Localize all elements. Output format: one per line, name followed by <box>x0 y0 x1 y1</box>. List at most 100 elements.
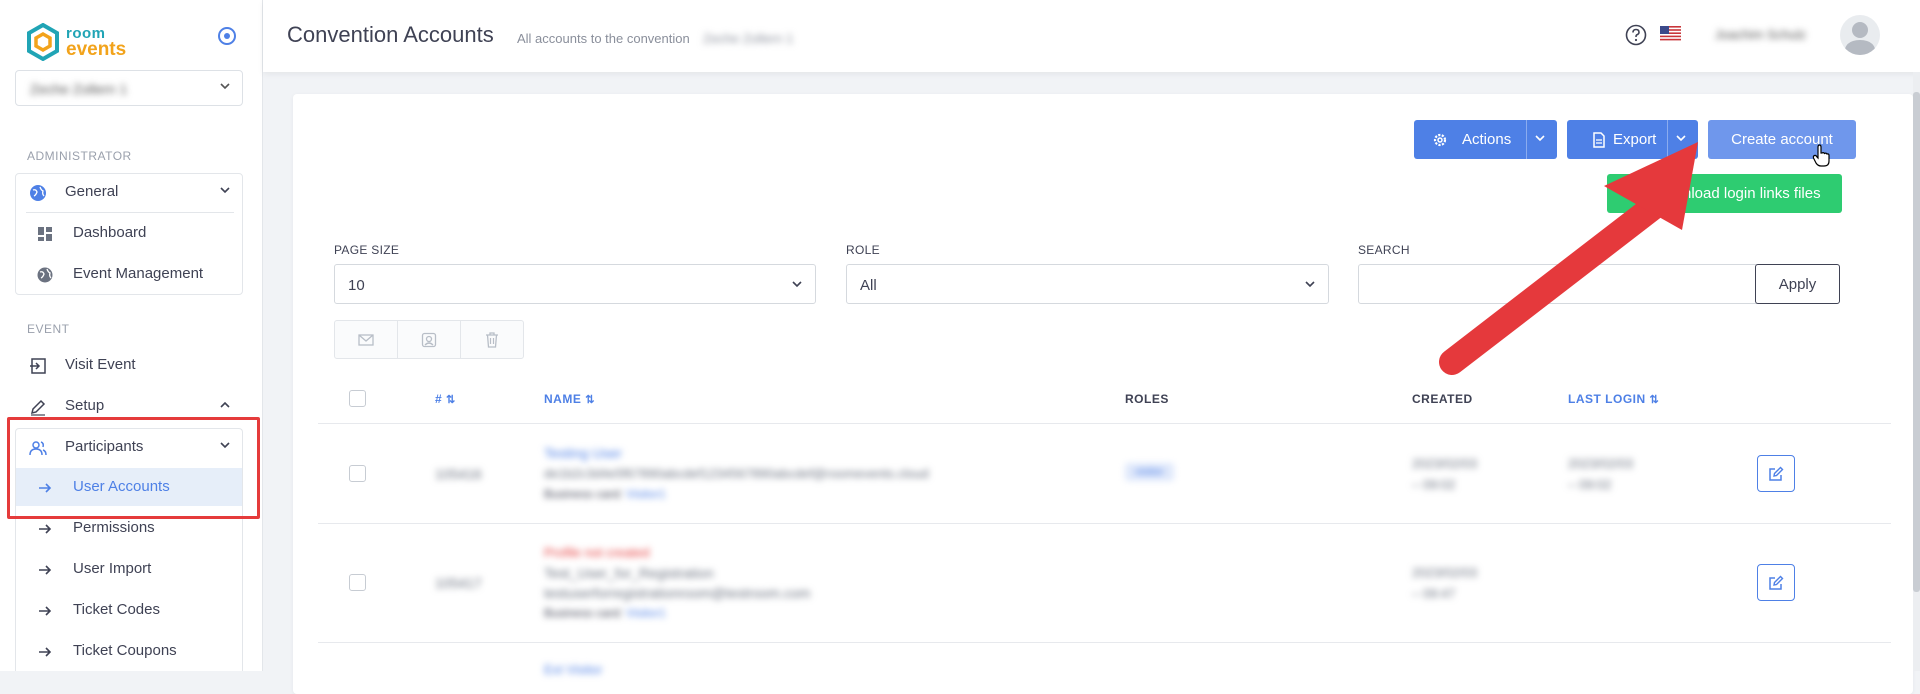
column-header-last-login-label: LAST LOGIN <box>1568 392 1646 406</box>
row-last-login-date: 2023/02/03 <box>1568 456 1634 471</box>
bulk-email-button[interactable] <box>334 320 398 359</box>
apply-button[interactable]: Apply <box>1755 264 1840 304</box>
role-badge: visitor <box>1125 463 1174 481</box>
divider <box>1667 120 1668 159</box>
column-header-id[interactable]: # ⇅ <box>435 392 456 406</box>
trash-icon <box>486 331 498 348</box>
globe-icon <box>37 267 53 283</box>
chevron-down-icon <box>1676 135 1686 142</box>
row-id: 105416 <box>435 466 482 482</box>
page-size-select[interactable]: 10 <box>334 264 816 304</box>
edit-button[interactable] <box>1757 564 1795 601</box>
actions-button[interactable]: Actions <box>1414 120 1557 159</box>
bulk-user-card-button[interactable] <box>397 320 461 359</box>
chevron-down-icon <box>792 281 802 288</box>
actions-button-label: Actions <box>1462 131 1512 148</box>
sidebar-item-user-import[interactable]: User Import <box>0 550 262 588</box>
column-header-id-label: # <box>435 392 443 406</box>
search-label: SEARCH <box>1358 243 1410 257</box>
user-name[interactable]: Joachim Schulz <box>1715 27 1806 42</box>
row-name[interactable]: Testing User <box>544 445 622 461</box>
sidebar-item-label: General <box>65 183 119 200</box>
business-card-value[interactable]: Visitor1 <box>626 606 666 620</box>
target-settings-icon[interactable] <box>216 25 238 47</box>
sidebar-item-visit-event[interactable]: Visit Event <box>0 346 262 384</box>
sidebar-item-label: Event Management <box>73 265 204 282</box>
row-name: Test_User_for_Registration <box>544 565 714 581</box>
download-login-links-button[interactable]: Download login links files <box>1607 174 1842 213</box>
avatar[interactable] <box>1840 15 1880 55</box>
sidebar-item-ticket-coupons[interactable]: Ticket Coupons <box>0 632 262 670</box>
sidebar-item-label: Ticket Codes <box>73 601 160 618</box>
divider <box>318 423 1891 424</box>
logo-events-text: events <box>66 39 127 60</box>
annotation-highlight-box <box>7 417 260 519</box>
pencil-icon <box>30 399 46 416</box>
column-header-name[interactable]: NAME ⇅ <box>544 392 595 406</box>
sort-icon: ⇅ <box>1649 394 1660 406</box>
column-header-roles: ROLES <box>1125 392 1169 406</box>
chevron-down-icon <box>220 187 230 194</box>
select-all-checkbox[interactable] <box>349 390 366 407</box>
sort-icon: ⇅ <box>446 394 456 406</box>
row-name[interactable]: Ext Visitor <box>544 662 602 677</box>
row-created-date: 2023/02/03 <box>1412 565 1478 580</box>
edit-icon <box>1769 466 1784 481</box>
column-header-name-label: NAME <box>544 392 582 406</box>
column-header-created: CREATED <box>1412 392 1473 406</box>
accounts-card: Actions Export Create account Download l… <box>293 94 1913 694</box>
arrow-right-icon <box>39 565 52 575</box>
sidebar-item-label: Visit Event <box>65 356 136 373</box>
event-select[interactable]: Zeche Zollern 1 <box>15 70 243 106</box>
page-subtitle: All accounts to the convention <box>517 31 690 46</box>
column-header-last-login[interactable]: LAST LOGIN ⇅ <box>1568 392 1659 406</box>
row-checkbox[interactable] <box>349 574 366 591</box>
row-email: testuserforregistrationroom@testroom.com <box>544 585 811 601</box>
section-label-administrator: ADMINISTRATOR <box>27 149 132 163</box>
chevron-down-icon <box>220 83 230 90</box>
mail-icon <box>358 333 374 346</box>
divider <box>318 523 1891 524</box>
download-login-links-button-label: Download login links files <box>1653 185 1821 202</box>
role-label: ROLE <box>846 243 880 257</box>
chevron-down-icon <box>1535 135 1545 142</box>
help-icon[interactable] <box>1624 23 1648 47</box>
row-created-time: – 09:47 <box>1412 586 1456 601</box>
sidebar-item-ticket-codes[interactable]: Ticket Codes <box>0 591 262 629</box>
top-header: Convention Accounts All accounts to the … <box>263 0 1920 72</box>
us-flag-icon[interactable] <box>1660 26 1681 41</box>
enter-icon <box>30 358 46 374</box>
sidebar-item-dashboard[interactable]: Dashboard <box>0 214 262 252</box>
room-events-logo[interactable]: room events <box>26 20 126 64</box>
divider <box>318 642 1891 643</box>
page-size-value: 10 <box>348 277 365 294</box>
arrow-right-icon <box>39 606 52 616</box>
sidebar-item-general[interactable]: General <box>0 173 262 211</box>
row-created-date: 2023/02/03 <box>1412 456 1478 471</box>
search-input[interactable] <box>1358 264 1758 304</box>
user-card-icon <box>421 332 437 347</box>
scrollbar-thumb[interactable] <box>1913 92 1920 592</box>
scrollbar-track[interactable] <box>1913 72 1920 671</box>
sidebar-item-label: Dashboard <box>73 224 147 241</box>
chevron-up-icon <box>220 401 230 408</box>
dashboard-icon <box>38 227 52 241</box>
row-checkbox[interactable] <box>349 465 366 482</box>
role-select[interactable]: All <box>846 264 1329 304</box>
chevron-down-icon <box>1305 281 1315 288</box>
row-status: Profile not created <box>544 545 650 560</box>
create-account-button[interactable]: Create account <box>1708 120 1856 159</box>
business-card-label: Business card: <box>544 487 623 501</box>
export-button[interactable]: Export <box>1567 120 1698 159</box>
edit-button[interactable] <box>1757 455 1795 492</box>
gear-icon <box>1433 133 1447 146</box>
sidebar-item-label: User Import <box>73 560 152 577</box>
divider <box>26 212 234 213</box>
sidebar-item-label: Ticket Coupons <box>73 642 177 659</box>
create-account-button-label: Create account <box>1731 131 1833 148</box>
row-email: de1b2c3d4e5f67890abcdef1234567890abcdef@… <box>544 466 929 481</box>
business-card-value[interactable]: Visitor1 <box>626 487 666 501</box>
sidebar-item-event-management[interactable]: Event Management <box>0 255 262 293</box>
arrow-right-icon <box>39 647 52 657</box>
bulk-delete-button[interactable] <box>460 320 524 359</box>
